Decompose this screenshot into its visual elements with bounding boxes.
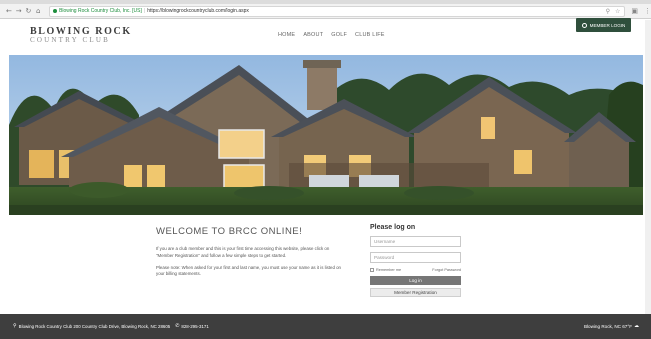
nav-club-life[interactable]: CLUB LIFE bbox=[355, 32, 385, 38]
login-title: Please log on bbox=[370, 224, 416, 231]
nav-home[interactable]: HOME bbox=[278, 32, 295, 38]
logo-sub-text: COUNTRY CLUB bbox=[30, 36, 111, 44]
remember-row: Remember me Forgot Password bbox=[370, 268, 461, 272]
browser-toolbar: ← → ↻ ⌂ Blowing Rock Country Club, Inc. … bbox=[0, 4, 651, 19]
url-separator: | bbox=[143, 8, 146, 14]
remember-me-group: Remember me bbox=[370, 268, 401, 272]
site-identity: Blowing Rock Country Club, Inc. [US] bbox=[59, 8, 142, 14]
welcome-section: WELCOME TO BRCC ONLINE! If you are a clu… bbox=[156, 226, 344, 283]
address-bar[interactable]: Blowing Rock Country Club, Inc. [US] | h… bbox=[49, 5, 626, 17]
site-footer: ⚲ Blowing Rock Country Club 200 Country … bbox=[0, 314, 651, 339]
welcome-paragraph-registration: If you are a club member and this is you… bbox=[156, 246, 330, 258]
page-scrollbar[interactable] bbox=[645, 20, 651, 314]
home-icon[interactable]: ⌂ bbox=[33, 7, 43, 15]
secure-lock-icon bbox=[53, 9, 58, 13]
club-logo[interactable]: BLOWING ROCK COUNTRY CLUB bbox=[30, 26, 132, 44]
username-input[interactable]: Username bbox=[370, 236, 461, 247]
cloud-icon: ☁ bbox=[634, 323, 639, 329]
bookmark-star-icon[interactable]: ☆ bbox=[615, 8, 620, 15]
remember-me-label: Remember me bbox=[376, 268, 402, 272]
welcome-title: WELCOME TO BRCC ONLINE! bbox=[156, 226, 303, 237]
reload-icon[interactable]: ↻ bbox=[24, 7, 34, 15]
back-arrow-icon[interactable]: ← bbox=[4, 7, 14, 15]
footer-address: Blowing Rock Country Club 200 Country Cl… bbox=[18, 323, 171, 329]
login-button[interactable]: Log in bbox=[370, 276, 461, 285]
extension-icon[interactable]: ▣ bbox=[631, 7, 638, 15]
forward-arrow-icon[interactable]: → bbox=[14, 7, 24, 15]
browser-menu-icon[interactable]: ⋮ bbox=[644, 7, 651, 15]
member-registration-button[interactable]: Member Registration bbox=[370, 288, 461, 297]
footer-contact: ⚲ Blowing Rock Country Club 200 Country … bbox=[13, 323, 209, 329]
main-navigation: HOME ABOUT GOLF CLUB LIFE bbox=[278, 32, 385, 38]
weather-text: Blowing Rock, NC 67°F bbox=[583, 323, 632, 329]
forgot-password-link[interactable]: Forgot Password bbox=[432, 268, 461, 272]
footer-weather: Blowing Rock, NC 67°F ☁ bbox=[584, 323, 639, 329]
phone-icon: ✆ bbox=[175, 323, 180, 329]
nav-golf[interactable]: GOLF bbox=[331, 32, 347, 38]
welcome-paragraph-note: Please note: When asked for your first a… bbox=[156, 264, 341, 277]
url-text: https://blowingrockcountryclub.com/login… bbox=[147, 8, 249, 14]
lock-icon bbox=[581, 22, 587, 28]
password-input[interactable]: Password bbox=[370, 252, 461, 263]
login-panel: Please log on Username Password Remember… bbox=[370, 224, 461, 297]
zoom-icon[interactable]: ⚲ bbox=[606, 8, 610, 15]
remember-me-checkbox[interactable] bbox=[370, 268, 374, 272]
username-placeholder: Username bbox=[374, 239, 396, 244]
hero-image-clubhouse bbox=[9, 55, 643, 215]
member-login-button[interactable]: MEMBER LOGIN bbox=[576, 18, 631, 32]
member-login-label: MEMBER LOGIN bbox=[589, 22, 626, 28]
nav-about[interactable]: ABOUT bbox=[303, 32, 323, 38]
map-pin-icon: ⚲ bbox=[13, 323, 17, 329]
footer-phone[interactable]: 828-295-3171 bbox=[181, 324, 208, 329]
password-placeholder: Password bbox=[374, 255, 395, 260]
site-header: BLOWING ROCK COUNTRY CLUB HOME ABOUT GOL… bbox=[0, 20, 651, 54]
